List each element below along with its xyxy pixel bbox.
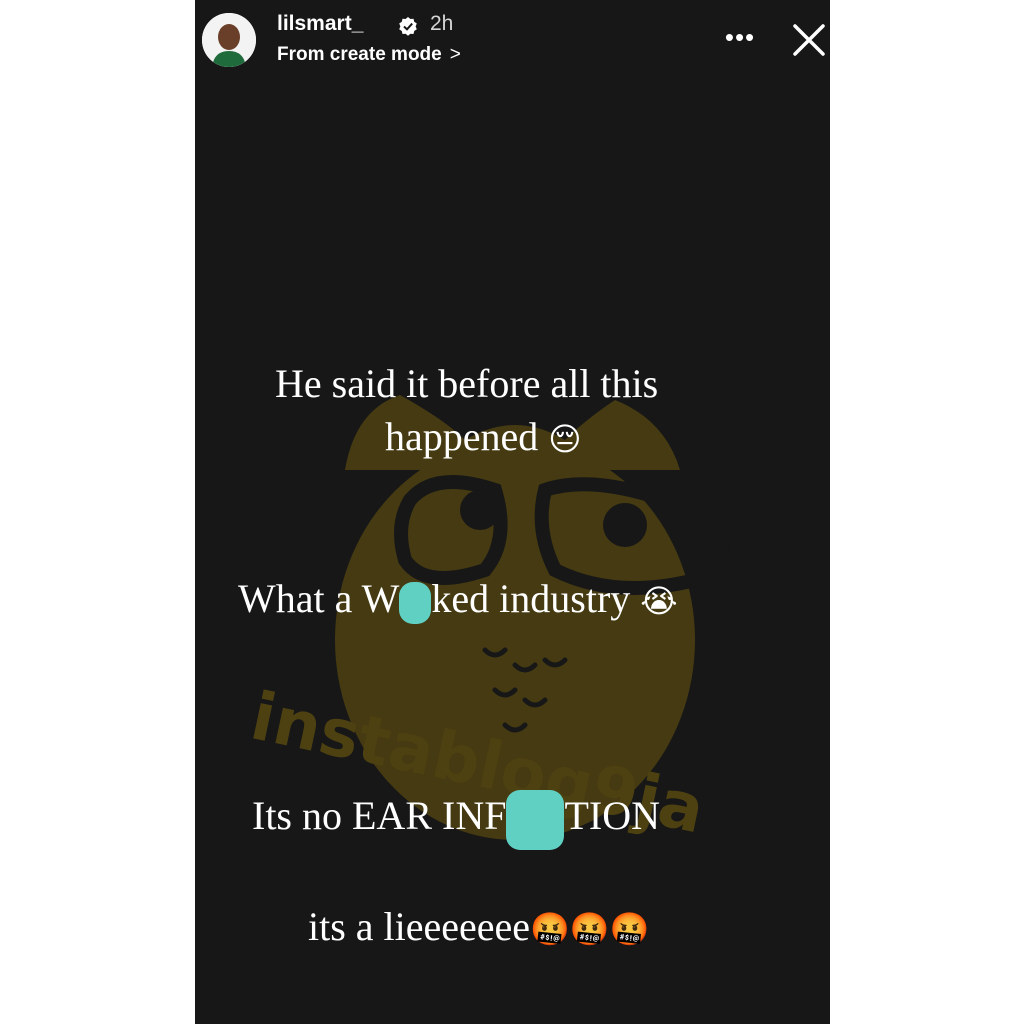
avatar[interactable]: [202, 13, 256, 67]
story-text-line-5-text: its a lieeeeeee: [308, 904, 531, 949]
post-time: 2h: [430, 12, 454, 35]
story-text-line-3-end: ked industry: [431, 576, 631, 621]
owl-watermark-logo: instablog9ja: [245, 395, 729, 849]
story-text-line-4-start: Its no EAR INF: [252, 793, 507, 839]
redaction-scribble: [399, 581, 432, 624]
crying-face-emoji: 😭: [640, 582, 678, 620]
story-viewer[interactable]: instablog9ja lilsmart_ 2h From create mo…: [195, 0, 830, 1024]
more-options-button[interactable]: •••: [723, 22, 757, 52]
story-text-line-3-start: What a W: [238, 576, 400, 621]
cursing-face-emoji: 🤬🤬🤬: [530, 910, 650, 948]
username[interactable]: lilsmart_: [277, 12, 363, 36]
close-icon[interactable]: [791, 22, 827, 58]
create-mode-link[interactable]: From create mode >: [277, 44, 461, 66]
pensive-face-emoji: 😔: [548, 420, 582, 458]
story-text-line-5: its a lieeeeeee🤬🤬🤬: [308, 903, 650, 950]
chevron-right-icon: >: [449, 44, 461, 65]
story-text-line-2-text: happened: [385, 414, 539, 459]
story-text-line-3: What a W ked industry 😭: [238, 575, 678, 624]
verified-badge-icon: [399, 17, 417, 36]
story-text-line-4: Its no EAR INF TION: [252, 790, 660, 850]
create-mode-label: From create mode: [277, 44, 442, 65]
redaction-scribble: [506, 790, 565, 850]
story-text-line-2: happened 😔: [385, 413, 582, 460]
story-text-line-1: He said it before all this: [275, 361, 659, 406]
story-text-line-4-end: TION: [564, 793, 660, 839]
